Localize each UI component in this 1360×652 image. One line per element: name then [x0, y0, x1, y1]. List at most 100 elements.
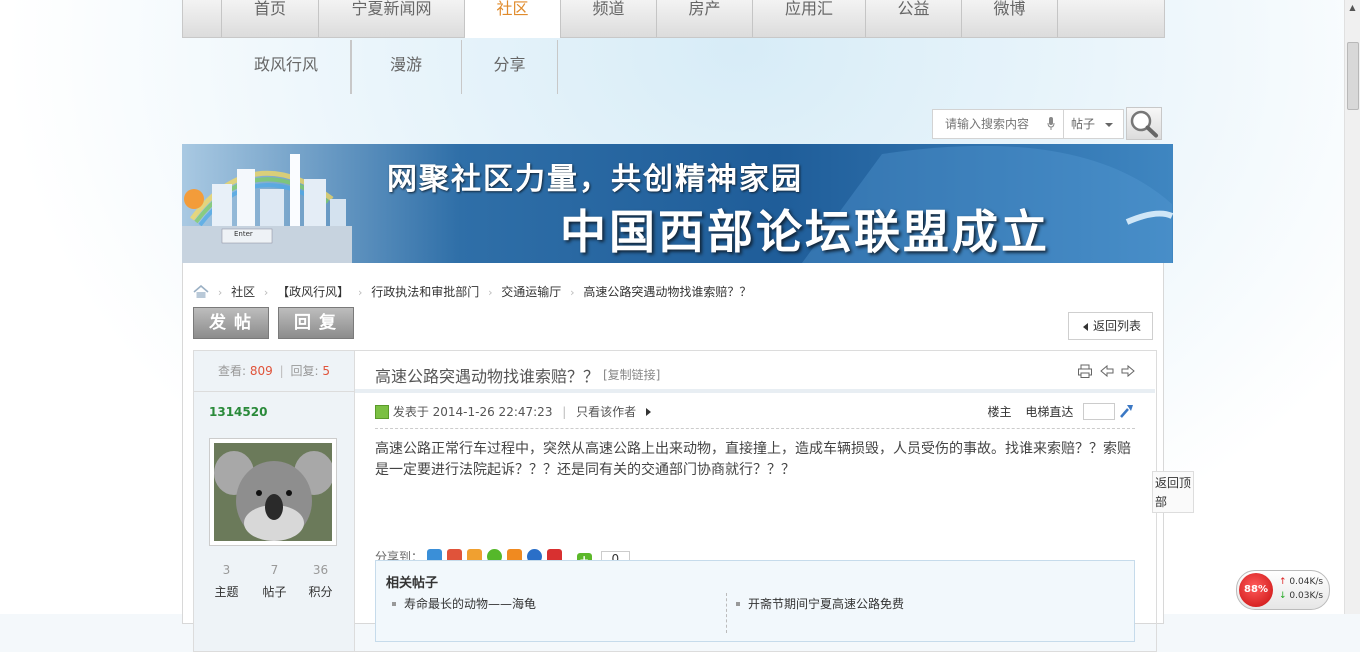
scroll-thumb[interactable]: [1347, 42, 1359, 110]
online-user-icon: [375, 405, 389, 419]
subnav-item-share[interactable]: 分享: [462, 40, 558, 94]
related-item-title: 开斋节期间宁夏高速公路免费: [748, 597, 905, 611]
bullet-icon: [736, 602, 740, 606]
search-type-label: 帖子: [1071, 117, 1096, 131]
print-icon[interactable]: [1077, 364, 1093, 378]
arrow-left-icon: [1083, 323, 1088, 331]
nav-item-community[interactable]: 社区: [465, 0, 561, 38]
download-speed-value: 0.03K/s: [1289, 591, 1324, 601]
search-button[interactable]: [1126, 107, 1162, 140]
floor-label: 楼主: [987, 405, 1012, 419]
avatar[interactable]: [209, 438, 337, 546]
subnav-item-label: 政风行风: [253, 55, 318, 74]
breadcrumb-item[interactable]: 社区: [231, 283, 255, 300]
subnav-item-roam[interactable]: 漫游: [351, 40, 462, 94]
nav-item-realestate[interactable]: 房产: [657, 0, 753, 37]
nav-item-label: 频道: [592, 0, 625, 18]
author-stat-value: 3: [222, 563, 231, 577]
koala-picture: [214, 443, 332, 541]
nav-item-label: 社区: [496, 0, 529, 18]
arrow-right-icon: [646, 408, 652, 416]
author-stat-credits[interactable]: 36 积分: [294, 563, 347, 600]
related-heading: 相关帖子: [386, 576, 439, 591]
views-count: 809: [249, 364, 273, 378]
thread-stats: 查看: 809 | 回复: 5: [194, 351, 354, 392]
search-type-select[interactable]: 帖子: [1063, 110, 1123, 138]
views-label: 查看:: [218, 364, 247, 378]
search-box: 帖子: [932, 109, 1124, 139]
breadcrumb-item[interactable]: 【政风行风】: [277, 283, 349, 300]
floor-jump-go-icon[interactable]: [1119, 404, 1135, 418]
breadcrumb-item[interactable]: 交通运输厅: [501, 283, 561, 300]
previous-thread-icon[interactable]: [1100, 364, 1114, 378]
post-body: 高速公路正常行车过程中，突然从高速公路上出来动物，直接撞上，造成车辆损毁，人员受…: [375, 441, 1131, 478]
post-time: 发表于 2014-1-26 22:47:23: [392, 405, 553, 419]
floor-jump-input[interactable]: [1083, 403, 1116, 420]
nav-item-channel[interactable]: 频道: [561, 0, 657, 37]
banner[interactable]: Enter 网聚社区力量，共创精神家园 中国西部论坛联盟成立: [182, 144, 1173, 263]
related-item[interactable]: 寿命最长的动物——海龟: [392, 595, 536, 612]
nav-item-charity[interactable]: 公益: [866, 0, 962, 37]
author-sidebar: 查看: 809 | 回复: 5 1314520 3 主题 7 帖子 36 积分: [194, 351, 355, 651]
title-toolbar: [1077, 364, 1135, 381]
content-area: › 社区 › 【政风行风】 › 行政执法和审批部门 › 交通运输厅 › 高速公路…: [182, 263, 1164, 652]
nav-item-home[interactable]: 首页: [222, 0, 319, 37]
avatar-image: [214, 443, 332, 541]
breadcrumb-separator: ›: [570, 286, 575, 299]
subnav-item-government[interactable]: 政风行风: [220, 40, 352, 94]
next-thread-icon[interactable]: [1121, 364, 1135, 378]
breadcrumb-separator: ›: [357, 286, 363, 299]
meta-separator: [375, 428, 1135, 429]
copy-link[interactable]: [复制链接]: [603, 366, 660, 383]
meta-divider: |: [562, 405, 567, 419]
nav-item-news[interactable]: 宁夏新闻网: [319, 0, 465, 37]
upload-speed-value: 0.04K/s: [1289, 577, 1324, 587]
breadcrumb-separator: ›: [488, 286, 493, 299]
breadcrumb-item-current[interactable]: 高速公路突遇动物找谁索赔？？: [583, 283, 751, 300]
subnav-item-label: 漫游: [389, 55, 422, 74]
vertical-scrollbar[interactable]: ▲: [1344, 0, 1360, 614]
banner-headline: 网聚社区力量，共创精神家园: [387, 162, 803, 197]
nav-item-label: 微博: [993, 0, 1026, 18]
chevron-down-icon: [1105, 123, 1113, 127]
subnav-divider: [350, 40, 351, 94]
back-to-top-button[interactable]: 返回顶部: [1152, 471, 1194, 513]
network-usage-percent: 88%: [1239, 573, 1273, 607]
search-input[interactable]: [933, 110, 1055, 138]
post-title: 高速公路突遇动物找谁索赔？？: [375, 367, 600, 386]
download-speed: ↓ 0.03K/s: [1279, 591, 1323, 601]
home-icon[interactable]: [193, 285, 209, 298]
floor-jump-label: 电梯直达: [1025, 405, 1074, 419]
network-speed-widget[interactable]: 88% ↑ 0.04K/s ↓ 0.03K/s: [1236, 570, 1330, 610]
floor-info: 楼主 电梯直达: [987, 403, 1135, 420]
stats-divider: |: [279, 364, 284, 378]
subnav-item-label: 分享: [493, 55, 526, 74]
related-item[interactable]: 开斋节期间宁夏高速公路免费: [736, 595, 904, 612]
new-post-button[interactable]: 发帖: [193, 307, 269, 339]
breadcrumb-separator: ›: [217, 286, 223, 299]
only-author-link[interactable]: 只看该作者: [576, 405, 636, 419]
replies-count: 5: [322, 364, 330, 378]
nav-item-label: 宁夏新闻网: [351, 0, 432, 18]
breadcrumb-separator: ›: [263, 286, 269, 299]
nav-item-label: 应用汇: [784, 0, 833, 18]
post-table: 查看: 809 | 回复: 5 1314520 3 主题 7 帖子 36 积分 …: [193, 350, 1157, 652]
bullet-icon: [392, 602, 396, 606]
nav-item-label: 首页: [253, 0, 286, 18]
upload-speed: ↑ 0.04K/s: [1279, 577, 1323, 587]
nav-item-label: 房产: [688, 0, 721, 18]
nav-item-weibo[interactable]: 微博: [962, 0, 1058, 37]
scroll-up-icon[interactable]: ▲: [1345, 0, 1360, 16]
author-stat-threads[interactable]: 3 主题: [200, 563, 253, 600]
banner-title: 中国西部论坛联盟成立: [560, 205, 1050, 259]
microphone-icon[interactable]: [1047, 117, 1055, 130]
breadcrumb-item[interactable]: 行政执法和审批部门: [371, 283, 479, 300]
author-name[interactable]: 1314520: [209, 405, 267, 419]
author-stat-label: 主题: [214, 585, 239, 599]
replies-label: 回复:: [290, 364, 319, 378]
reply-button[interactable]: 回复: [278, 307, 354, 339]
nav-spacer: [183, 0, 222, 37]
back-to-list-label: 返回列表: [1093, 319, 1142, 333]
nav-item-apps[interactable]: 应用汇: [753, 0, 866, 37]
back-to-list-button[interactable]: 返回列表: [1068, 312, 1153, 340]
